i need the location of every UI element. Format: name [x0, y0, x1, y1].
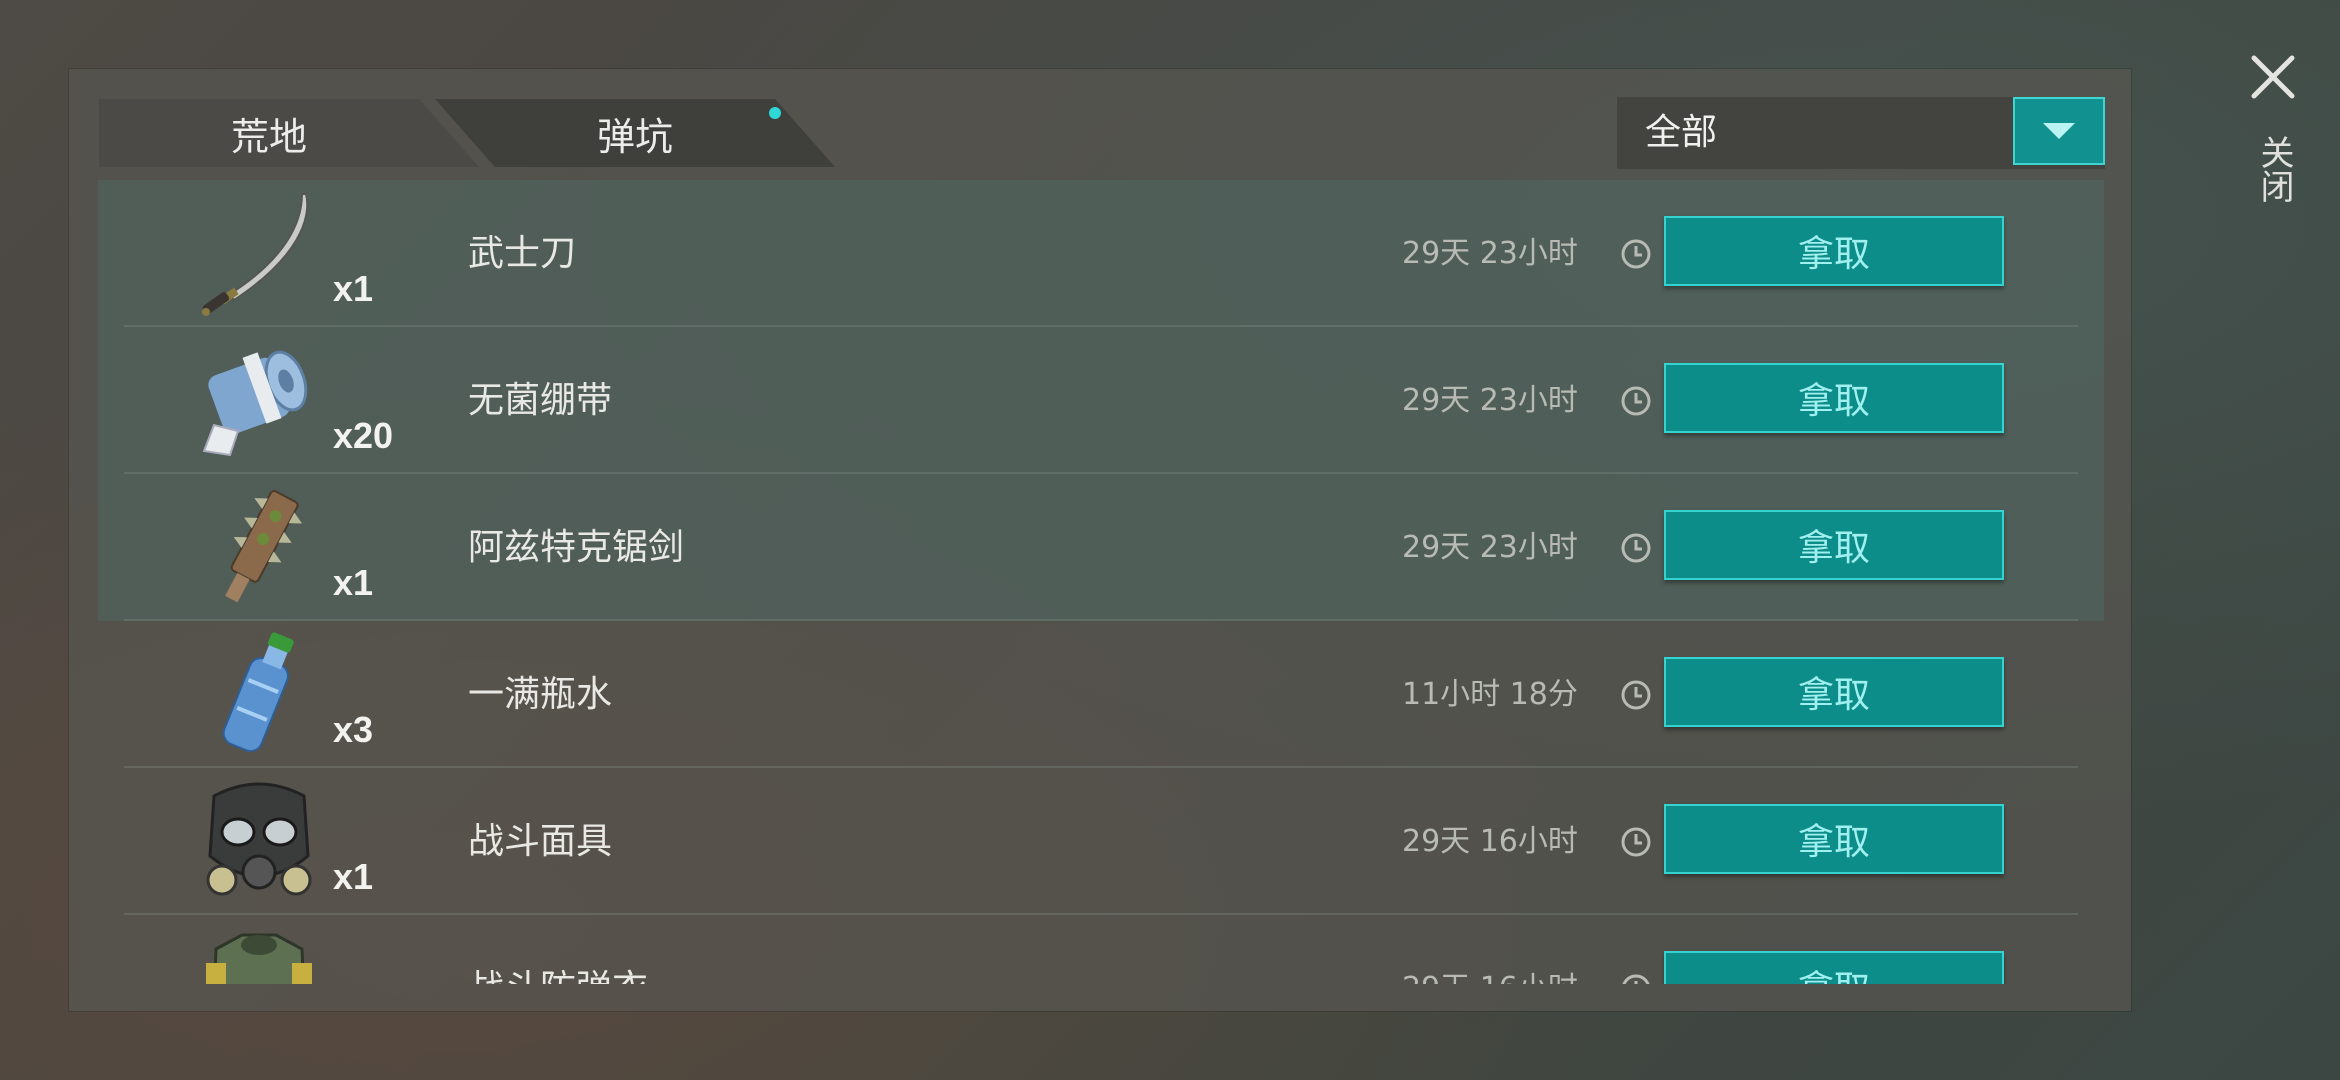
- item-timer: 29天 16小时: [1402, 824, 1578, 859]
- item-timer: 11小时 18分: [1402, 677, 1578, 712]
- clock-icon: [1621, 386, 1651, 416]
- item-name: 阿兹特克锯剑: [468, 527, 685, 568]
- take-button[interactable]: 拿取: [1664, 951, 2004, 984]
- close-label[interactable]: 关闭: [2250, 135, 2294, 203]
- list-item: x1 战斗面具 29天 16小时 拿取: [98, 768, 2104, 915]
- tab-wasteland-label: 荒地: [230, 114, 307, 159]
- list-item: x1 武士刀 29天 23小时 拿取: [98, 180, 2104, 327]
- item-timer: 29天 23小时: [1402, 530, 1578, 565]
- clock-icon: [1622, 974, 1650, 984]
- item-timer: 29天 23小时: [1402, 236, 1578, 271]
- item-name: 一满瓶水: [468, 674, 613, 715]
- take-button-label: 拿取: [1798, 960, 1870, 984]
- loot-panel: 荒地 弹坑 全部 x1 武士刀 29天 23小时 拿取 x20 无菌绷带 29天…: [69, 69, 2131, 1011]
- list-item: x1 阿兹特克锯剑 29天 23小时 拿取: [98, 474, 2104, 621]
- item-list[interactable]: x1 武士刀 29天 23小时 拿取 x20 无菌绷带 29天 23小时 拿取 …: [98, 180, 2104, 984]
- location-tabs: 荒地 弹坑: [99, 99, 899, 167]
- clock-icon: [1621, 680, 1651, 710]
- filter-dropdown[interactable]: 全部: [1617, 97, 2105, 169]
- gas-mask-icon: [206, 782, 312, 896]
- item-name: 战斗面具: [468, 821, 613, 862]
- item-quantity: x20: [333, 415, 394, 456]
- item-quantity: x1: [333, 268, 374, 309]
- triangle-down-icon: [2043, 123, 2075, 139]
- take-button-label: 拿取: [1797, 381, 1870, 422]
- item-name: 无菌绷带: [468, 380, 613, 421]
- item-name: 战斗防弹衣: [468, 915, 648, 984]
- filter-dropdown-button[interactable]: [2013, 97, 2105, 165]
- take-button-label: 拿取: [1797, 528, 1870, 569]
- item-timer: 29天 16小时: [1402, 915, 1578, 984]
- body-armor-icon: [206, 933, 312, 984]
- take-button-label: 拿取: [1797, 675, 1870, 716]
- item-name: 武士刀: [468, 233, 577, 274]
- take-button[interactable]: 拿取: [1664, 216, 2004, 286]
- clock-icon: [1621, 827, 1651, 857]
- filter-selected-label: 全部: [1645, 112, 1718, 153]
- take-button-label: 拿取: [1797, 822, 1870, 863]
- tab-crater-label: 弹坑: [596, 114, 673, 159]
- tab-wasteland[interactable]: 荒地: [99, 99, 479, 167]
- item-timer: 29天 23小时: [1402, 383, 1578, 418]
- take-button[interactable]: 拿取: [1664, 657, 2004, 727]
- take-button[interactable]: 拿取: [1664, 510, 2004, 580]
- clock-icon: [1621, 533, 1651, 563]
- clock-icon: [1621, 239, 1651, 269]
- aztec-saw-sword-icon: [225, 490, 303, 603]
- item-quantity: x3: [333, 709, 374, 750]
- item-quantity: x1: [333, 856, 374, 897]
- take-button-label: 拿取: [1797, 234, 1870, 275]
- list-item: x20 无菌绷带 29天 23小时 拿取: [98, 327, 2104, 474]
- water-bottle-icon: [222, 632, 294, 753]
- notification-dot: [769, 107, 781, 119]
- take-button[interactable]: 拿取: [1664, 363, 2004, 433]
- list-item: x1 战斗防弹衣 29天 16小时 拿取: [98, 915, 2104, 984]
- item-quantity: x1: [333, 562, 374, 603]
- bandage-icon: [202, 350, 308, 457]
- katana-icon: [202, 193, 309, 316]
- take-button[interactable]: 拿取: [1664, 804, 2004, 874]
- list-item: x3 一满瓶水 11小时 18分 拿取: [98, 621, 2104, 768]
- close-icon[interactable]: [2248, 52, 2298, 102]
